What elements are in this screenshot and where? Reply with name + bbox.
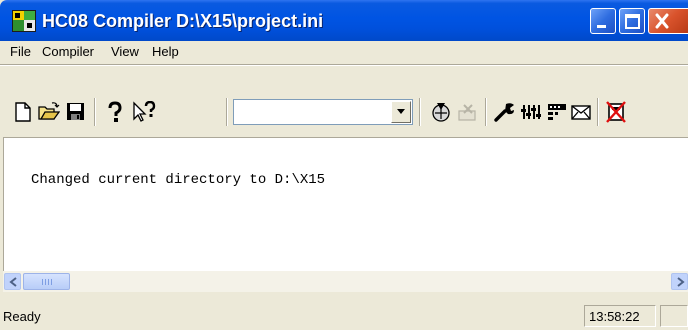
maximize-button[interactable] xyxy=(619,8,645,34)
chevron-left-icon xyxy=(9,277,17,287)
new-file-icon xyxy=(15,102,31,122)
messages-button[interactable] xyxy=(546,101,568,123)
new-button[interactable] xyxy=(12,101,34,123)
minimize-button[interactable] xyxy=(590,8,616,34)
target-combo-box[interactable] xyxy=(233,99,413,125)
options-button[interactable] xyxy=(494,101,516,123)
thumb-grip xyxy=(42,279,43,285)
maximize-icon xyxy=(625,14,640,29)
open-folder-icon xyxy=(38,102,60,120)
messages-icon xyxy=(548,104,566,120)
open-button[interactable] xyxy=(38,101,60,123)
help-icon xyxy=(108,101,122,122)
delete-button[interactable] xyxy=(456,101,478,123)
chevron-right-icon xyxy=(677,277,685,287)
toolbar-separator xyxy=(485,98,487,126)
output-window[interactable] xyxy=(3,137,688,271)
combo-dropdown-button[interactable] xyxy=(391,101,411,123)
mail-button[interactable] xyxy=(570,101,592,123)
status-time: 13:58:22 xyxy=(589,309,640,324)
toolbar-separator xyxy=(597,98,599,126)
menu-bar: File Compiler View Help xyxy=(0,41,688,62)
chevron-down-icon xyxy=(397,109,405,114)
minimize-icon xyxy=(597,25,606,28)
scroll-left-button[interactable] xyxy=(4,273,21,290)
smart-slider-button[interactable] xyxy=(521,101,543,123)
menu-compiler[interactable]: Compiler xyxy=(42,43,94,60)
save-icon xyxy=(67,103,84,120)
scroll-right-button[interactable] xyxy=(671,273,688,290)
window-title: HC08 Compiler D:\X15\project.ini xyxy=(42,11,324,31)
context-help-icon xyxy=(133,101,156,122)
title-bar[interactable]: HC08 Compiler D:\X15\project.ini xyxy=(0,0,688,41)
toolbar-separator xyxy=(419,98,421,126)
thumb-grip xyxy=(48,279,49,285)
compile-icon xyxy=(432,103,450,122)
close-icon xyxy=(655,13,669,29)
smart-slider-icon xyxy=(521,105,541,119)
status-time-panel: 13:58:22 xyxy=(584,305,656,327)
status-text: Ready xyxy=(3,309,41,324)
toolbar-separator xyxy=(226,98,228,126)
compile-button[interactable] xyxy=(430,101,452,123)
stop-button[interactable] xyxy=(606,101,628,123)
stop-icon xyxy=(606,101,626,123)
app-icon[interactable] xyxy=(12,10,36,32)
scroll-thumb[interactable] xyxy=(23,273,70,290)
save-button[interactable] xyxy=(65,101,87,123)
mail-icon xyxy=(571,105,591,120)
status-bar: Ready 13:58:22 xyxy=(0,300,688,330)
thumb-grip xyxy=(45,279,46,285)
output-message: Changed current directory to D:\X15 xyxy=(31,172,326,188)
help-button[interactable] xyxy=(104,101,126,123)
context-help-button[interactable] xyxy=(132,101,156,123)
toolbar xyxy=(0,66,688,130)
toolbar-separator xyxy=(94,98,96,126)
horizontal-scrollbar[interactable] xyxy=(3,271,688,292)
menu-help[interactable]: Help xyxy=(152,43,179,60)
close-button[interactable] xyxy=(648,8,688,34)
menu-file[interactable]: File xyxy=(10,43,31,60)
options-wrench-icon xyxy=(494,103,514,122)
thumb-grip xyxy=(51,279,52,285)
status-panel xyxy=(660,305,688,327)
menu-view[interactable]: View xyxy=(111,43,139,60)
delete-icon xyxy=(458,104,476,121)
